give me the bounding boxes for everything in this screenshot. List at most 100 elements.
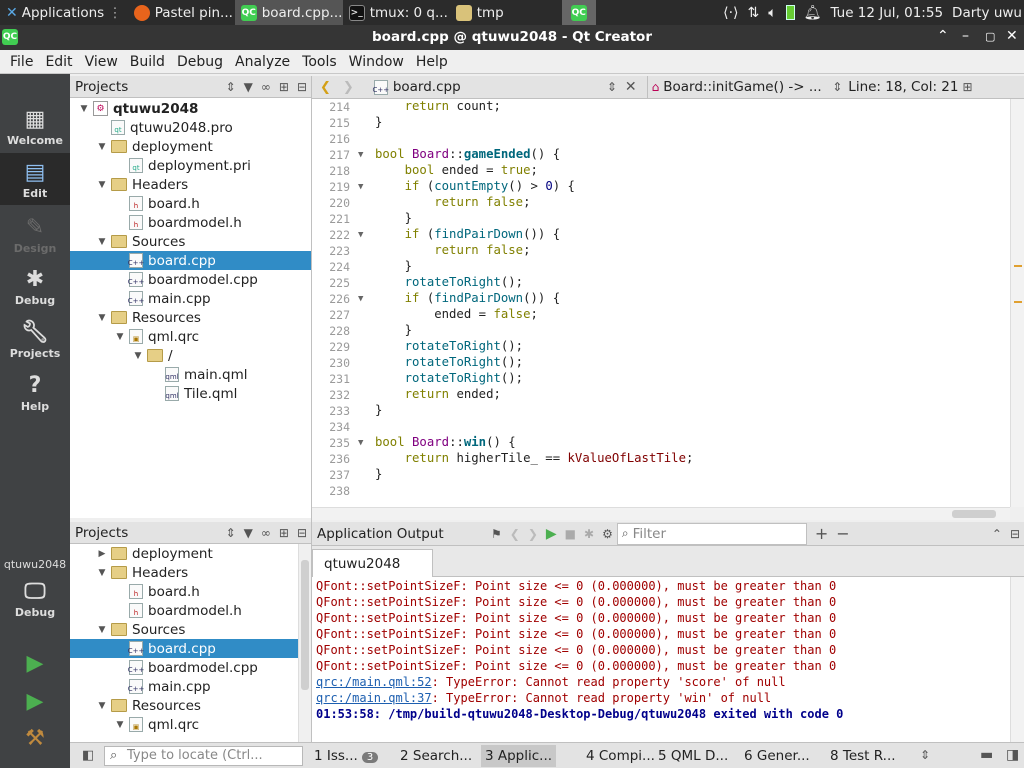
code-line[interactable]: if (findPairDown()) { xyxy=(375,227,561,241)
output-pane-tab[interactable]: 6 Gener... xyxy=(740,748,814,764)
task-qtcreator[interactable]: QC board.cpp... xyxy=(234,0,343,25)
qml-source-link[interactable]: qrc:/main.qml:52 xyxy=(316,675,432,689)
code-line[interactable]: rotateToRight(); xyxy=(375,371,523,385)
volume-icon[interactable]: 🔈︎ xyxy=(768,5,776,21)
filter-icon[interactable]: ▼ xyxy=(244,80,253,94)
menu-analyze[interactable]: Analyze xyxy=(229,54,296,70)
code-line[interactable]: if (countEmpty() > 0) { xyxy=(375,179,575,193)
mode-help[interactable]: ? Help xyxy=(0,372,70,413)
line-number[interactable]: 229 xyxy=(312,340,350,354)
line-number[interactable]: 231 xyxy=(312,372,350,386)
code-line[interactable]: ended = false; xyxy=(375,307,538,321)
output-pane-tab[interactable]: 2 Search... xyxy=(396,748,476,764)
code-line[interactable]: } xyxy=(375,467,382,481)
tree-item[interactable]: qml main.qml xyxy=(70,365,311,384)
line-number[interactable]: 230 xyxy=(312,356,350,370)
collapse-arrow-icon[interactable]: ▼ xyxy=(96,180,108,190)
menu-edit[interactable]: Edit xyxy=(39,54,78,70)
rerun-icon[interactable]: ▶ xyxy=(546,526,557,542)
line-number[interactable]: 234 xyxy=(312,420,350,434)
collapse-arrow-icon[interactable]: ▼ xyxy=(96,625,108,635)
line-number[interactable]: 221 xyxy=(312,212,350,226)
menu-help[interactable]: Help xyxy=(410,54,454,70)
line-number[interactable]: 237 xyxy=(312,468,350,482)
fold-arrow-icon[interactable]: ▼ xyxy=(358,150,363,160)
maximize-pane-icon[interactable]: ⌃ xyxy=(992,527,1002,541)
tree-item[interactable]: C++ boardmodel.cpp xyxy=(70,658,298,677)
panel-title[interactable]: Projects xyxy=(75,79,128,95)
attach-icon[interactable]: ⚑ xyxy=(491,527,502,541)
stop-icon[interactable]: ■ xyxy=(565,527,576,541)
collapse-arrow-icon[interactable]: ▼ xyxy=(96,701,108,711)
code-line[interactable]: return ended; xyxy=(375,387,501,401)
run-button[interactable]: ▶ xyxy=(0,650,70,678)
debug-run-button[interactable]: ▶ xyxy=(0,688,70,716)
fold-arrow-icon[interactable]: ▼ xyxy=(358,230,363,240)
line-number[interactable]: 235 xyxy=(312,436,350,450)
task-terminal[interactable]: >_ tmux: 0 q... xyxy=(343,0,450,25)
progress-details-icon[interactable]: ▬ xyxy=(980,747,993,763)
code-line[interactable]: return count; xyxy=(375,99,501,113)
line-number[interactable]: 222 xyxy=(312,228,350,242)
tree-item[interactable]: C++ board.cpp xyxy=(70,251,311,270)
tree-item[interactable]: qt deployment.pri xyxy=(70,156,311,175)
tree-item[interactable]: h board.h xyxy=(70,194,311,213)
code-line[interactable]: if (findPairDown()) { xyxy=(375,291,561,305)
line-number[interactable]: 214 xyxy=(312,100,350,114)
attach-debugger-icon[interactable]: ✱ xyxy=(584,527,594,541)
settings-gear-icon[interactable]: ⚙ xyxy=(602,527,613,541)
expand-arrow-icon[interactable]: ▶ xyxy=(96,549,108,559)
split-editor-icon[interactable]: ⊞ xyxy=(963,80,973,94)
zoom-out-icon[interactable]: − xyxy=(836,524,849,543)
output-pane-tab[interactable]: 1 Iss... 3 xyxy=(310,748,382,764)
output-pane-tab[interactable]: 5 QML D... xyxy=(654,748,732,764)
mode-welcome[interactable]: ▦ Welcome xyxy=(0,106,70,147)
output-filter-input[interactable]: ⌕ Filter xyxy=(616,522,807,545)
window-up-icon[interactable]: ⌃ xyxy=(937,28,949,44)
line-number[interactable]: 228 xyxy=(312,324,350,338)
code-editor[interactable]: 214 return count; 215} 216 217 ▼ bool Board::… xyxy=(312,99,1010,507)
scrollbar-thumb[interactable] xyxy=(301,560,309,690)
split-icon[interactable]: ⊞ xyxy=(279,80,289,94)
transfer-icon[interactable]: ⇅ xyxy=(748,5,760,21)
line-number[interactable]: 215 xyxy=(312,116,350,130)
tree-item[interactable]: C++ main.cpp xyxy=(70,677,298,696)
line-number[interactable]: 219 xyxy=(312,180,350,194)
network-icon[interactable]: ⟨·⟩ xyxy=(723,5,738,21)
collapse-arrow-icon[interactable]: ▼ xyxy=(96,313,108,323)
menu-file[interactable]: File xyxy=(4,54,39,70)
collapse-arrow-icon[interactable]: ▼ xyxy=(114,332,126,342)
close-document-icon[interactable]: ✕ xyxy=(625,79,637,95)
panel-title[interactable]: Projects xyxy=(75,525,128,541)
line-number[interactable]: 226 xyxy=(312,292,350,306)
tree-item[interactable]: h boardmodel.h xyxy=(70,213,311,232)
line-number[interactable]: 225 xyxy=(312,276,350,290)
cursor-position[interactable]: Line: 18, Col: 21 xyxy=(848,79,958,95)
output-pane-tab[interactable]: 4 Compi... xyxy=(582,748,659,764)
editor-vertical-scrollbar[interactable] xyxy=(1010,99,1024,507)
mode-projects[interactable]: 🔧︎ Projects xyxy=(0,319,70,360)
locator-input[interactable]: ⌕ Type to locate (Ctrl... xyxy=(104,746,303,766)
tree-item[interactable]: ▼ Sources xyxy=(70,232,311,251)
output-scrollbar[interactable] xyxy=(1010,577,1024,742)
kit-selector[interactable]: 🖵︎ Debug xyxy=(0,578,70,619)
toggle-output-icon[interactable]: ◨ xyxy=(1006,747,1019,763)
mode-edit[interactable]: ▤ Edit xyxy=(0,153,70,205)
tree-item[interactable]: h boardmodel.h xyxy=(70,601,298,620)
link-icon[interactable]: ∞ xyxy=(261,526,271,540)
fold-arrow-icon[interactable]: ▼ xyxy=(358,438,363,448)
combo-arrows-icon[interactable]: ⇕ xyxy=(920,748,930,762)
code-line[interactable]: rotateToRight(); xyxy=(375,275,523,289)
split-icon[interactable]: ⊞ xyxy=(279,526,289,540)
mode-debug[interactable]: ✱ Debug xyxy=(0,266,70,307)
forward-icon[interactable]: ❯ xyxy=(343,80,354,95)
menu-window[interactable]: Window xyxy=(343,54,410,70)
notification-bell-icon[interactable]: 🔔︎ xyxy=(804,5,822,21)
tree-item[interactable]: ▼ Resources xyxy=(70,308,311,327)
code-line[interactable]: } xyxy=(375,115,382,129)
close-pane-icon[interactable]: ⊟ xyxy=(1010,527,1020,541)
back-icon[interactable]: ❮ xyxy=(320,80,331,95)
collapse-arrow-icon[interactable]: ▼ xyxy=(78,104,90,114)
scrollbar-thumb[interactable] xyxy=(952,510,996,518)
tree-item[interactable]: C++ board.cpp xyxy=(70,639,298,658)
